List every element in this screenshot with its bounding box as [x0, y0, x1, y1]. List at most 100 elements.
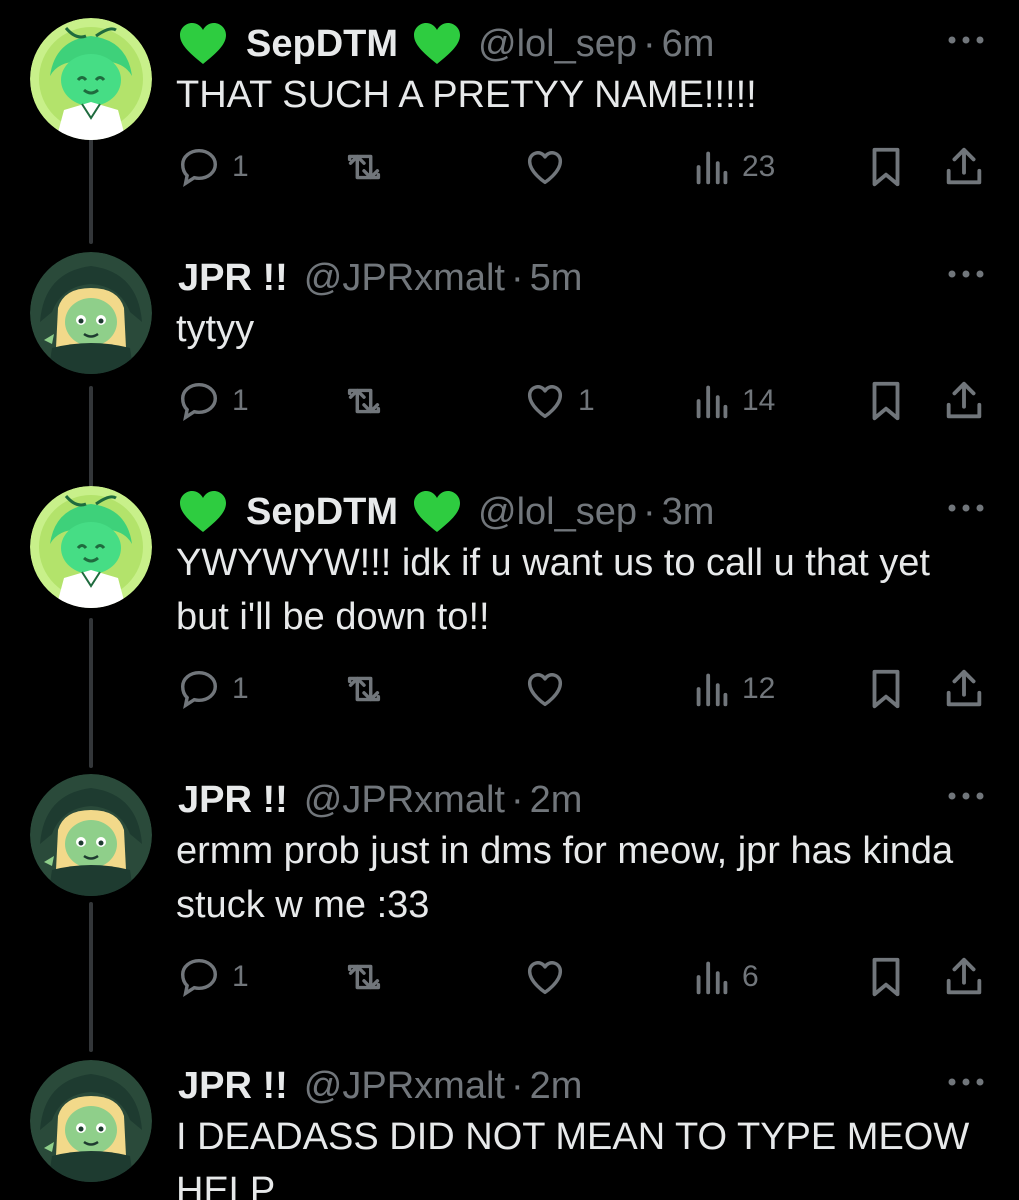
author-name[interactable]: SepDTM: [246, 23, 398, 66]
like-button[interactable]: [522, 952, 578, 1002]
retweet-button[interactable]: [340, 664, 388, 714]
more-icon[interactable]: [944, 1062, 988, 1102]
avatar[interactable]: [30, 1060, 152, 1182]
avatar[interactable]: [30, 18, 152, 140]
bookmark-button[interactable]: [866, 142, 906, 192]
tweet-text: THAT SUCH A PRETYY NAME!!!!!: [176, 74, 757, 116]
tweet[interactable]: JPR !! @JPRxmalt · 2m ermm prob just in …: [0, 770, 1019, 1010]
views-count: 23: [742, 150, 776, 183]
share-button[interactable]: [942, 376, 986, 426]
bookmark-button[interactable]: [866, 376, 906, 426]
share-icon: [946, 669, 982, 707]
retweet-button[interactable]: [340, 142, 388, 192]
author-name[interactable]: JPR !!: [178, 257, 288, 300]
reply-button[interactable]: 1: [176, 376, 249, 426]
reply-icon: [180, 958, 218, 997]
author-handle[interactable]: @lol_sep: [478, 491, 637, 534]
like-button[interactable]: [522, 142, 578, 192]
share-button[interactable]: [942, 952, 986, 1002]
views-button[interactable]: 14: [692, 376, 775, 426]
tweet-text: YWYWYW!!! idk if u want us to call u tha…: [176, 542, 930, 638]
like-icon: [527, 673, 563, 707]
tweet-text: tytyy: [176, 308, 255, 350]
views-button[interactable]: 23: [692, 142, 775, 192]
views-icon: [696, 673, 728, 707]
author-handle[interactable]: @JPRxmalt: [304, 1065, 505, 1108]
bookmark-icon: [872, 147, 900, 187]
reply-count: 1: [232, 960, 249, 993]
action-bar: 1 1 14: [176, 376, 996, 426]
views-count: 12: [742, 672, 776, 705]
views-button[interactable]: 12: [692, 664, 775, 714]
retweet-icon: [347, 964, 381, 990]
green-heart-icon: [178, 490, 228, 534]
timestamp[interactable]: 2m: [530, 779, 583, 822]
retweet-icon: [347, 154, 381, 180]
share-button[interactable]: [942, 142, 986, 192]
views-icon: [696, 961, 728, 995]
bookmark-icon: [872, 669, 900, 709]
hooded-character-avatar: [30, 252, 152, 374]
action-bar: 1 23: [176, 142, 996, 192]
views-count: 14: [742, 384, 776, 417]
reply-count: 1: [232, 384, 249, 417]
green-heart-icon: [412, 490, 462, 534]
author-handle[interactable]: @JPRxmalt: [304, 257, 505, 300]
like-button[interactable]: 1: [522, 376, 595, 426]
action-bar: 1 6: [176, 952, 996, 1002]
timestamp[interactable]: 3m: [662, 491, 715, 534]
green-heart-icon: [178, 22, 228, 66]
retweet-button[interactable]: [340, 376, 388, 426]
tweet-header: SepDTM @lol_sep · 6m: [178, 14, 714, 74]
like-count: 1: [578, 384, 595, 417]
timestamp[interactable]: 2m: [530, 1065, 583, 1108]
reply-icon: [180, 382, 218, 421]
avatar[interactable]: [30, 486, 152, 608]
more-icon[interactable]: [944, 254, 988, 294]
bookmark-button[interactable]: [866, 664, 906, 714]
retweet-icon: [347, 676, 381, 702]
tweet-text: I DEADASS DID NOT MEAN TO TYPE MEOW HELP: [176, 1116, 970, 1200]
separator-dot: ·: [510, 778, 524, 821]
separator-dot: ·: [643, 490, 656, 533]
separator-dot: ·: [510, 1064, 524, 1107]
reply-button[interactable]: 1: [176, 664, 249, 714]
share-icon: [946, 957, 982, 995]
like-icon: [527, 151, 563, 185]
timestamp[interactable]: 6m: [662, 23, 715, 66]
share-icon: [946, 147, 982, 185]
bookmark-button[interactable]: [866, 952, 906, 1002]
green-heart-icon: [412, 22, 462, 66]
author-name[interactable]: JPR !!: [178, 1065, 288, 1108]
retweet-icon: [347, 388, 381, 414]
reply-button[interactable]: 1: [176, 952, 249, 1002]
author-name[interactable]: SepDTM: [246, 491, 398, 534]
reply-icon: [180, 670, 218, 709]
author-handle[interactable]: @lol_sep: [478, 23, 637, 66]
avatar[interactable]: [30, 774, 152, 896]
tweet[interactable]: JPR !! @JPRxmalt · 5m tytyy 1 1 14: [0, 248, 1019, 438]
tweet[interactable]: SepDTM @lol_sep · 3m YWYWYW!!! idk if u …: [0, 482, 1019, 722]
more-icon[interactable]: [944, 20, 988, 60]
retweet-button[interactable]: [340, 952, 388, 1002]
author-handle[interactable]: @JPRxmalt: [304, 779, 505, 822]
author-name[interactable]: JPR !!: [178, 779, 288, 822]
tweet-header: JPR !! @JPRxmalt · 2m: [178, 1056, 582, 1116]
separator-dot: ·: [643, 22, 656, 65]
views-button[interactable]: 6: [692, 952, 759, 1002]
more-icon[interactable]: [944, 776, 988, 816]
like-button[interactable]: [522, 664, 578, 714]
bookmark-icon: [872, 957, 900, 997]
share-button[interactable]: [942, 664, 986, 714]
reply-button[interactable]: 1: [176, 142, 249, 192]
tweet[interactable]: JPR !! @JPRxmalt · 2m I DEADASS DID NOT …: [0, 1056, 1019, 1200]
avatar[interactable]: [30, 252, 152, 374]
like-icon: [527, 961, 563, 995]
action-bar: 1 12: [176, 664, 996, 714]
timestamp[interactable]: 5m: [530, 257, 583, 300]
reply-icon: [180, 148, 218, 187]
tweet-header: JPR !! @JPRxmalt · 2m: [178, 770, 582, 830]
tweet[interactable]: SepDTM @lol_sep · 6m THAT SUCH A PRETYY …: [0, 14, 1019, 204]
more-icon[interactable]: [944, 488, 988, 528]
tweet-header: JPR !! @JPRxmalt · 5m: [178, 248, 582, 308]
